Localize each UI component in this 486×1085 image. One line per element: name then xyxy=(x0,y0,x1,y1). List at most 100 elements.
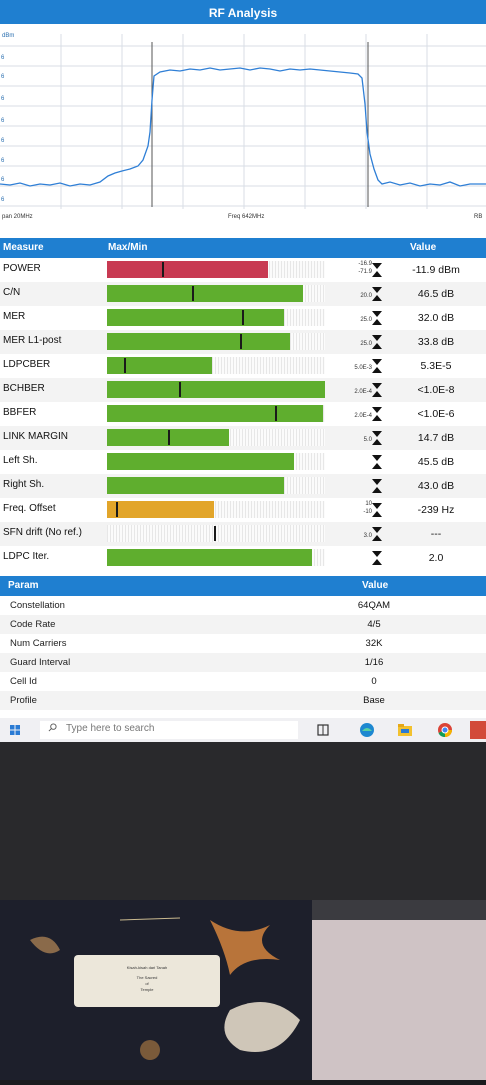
min-marker xyxy=(124,358,126,373)
limit-arrows-icon[interactable] xyxy=(370,382,384,398)
app-window: RF Analysis dBm 6 6 6 6 6 6 6 6 pan 20MH… xyxy=(0,0,486,742)
level-bar-fill xyxy=(107,261,268,278)
level-bar-fill xyxy=(107,357,212,374)
param-value: 4/5 xyxy=(367,619,381,630)
measure-value: -11.9 dBm xyxy=(412,264,460,276)
card-line-3: of xyxy=(145,981,149,986)
level-bar-fill xyxy=(107,381,325,398)
level-bar-track xyxy=(107,549,325,566)
param-value: Base xyxy=(363,695,385,706)
maxmin-column-header: Max/Min xyxy=(108,242,148,253)
chrome-icon[interactable] xyxy=(436,721,454,739)
param-column-header: Param xyxy=(8,580,39,591)
limit-arrows-icon[interactable] xyxy=(370,406,384,422)
measure-name: Left Sh. xyxy=(3,455,38,466)
measure-row[interactable]: C/N 20.0 46.5 dB xyxy=(0,282,486,306)
param-row: Constellation 64QAM xyxy=(0,596,486,615)
limit-arrows-icon[interactable] xyxy=(370,310,384,326)
min-marker xyxy=(214,526,216,541)
task-view-icon[interactable] xyxy=(314,721,332,739)
measure-row[interactable]: Left Sh. 45.5 dB xyxy=(0,450,486,474)
edge-browser-icon[interactable] xyxy=(358,721,376,739)
level-bar-track xyxy=(107,333,325,350)
measure-row[interactable]: BCHBER 2.0E-4 <1.0E-8 xyxy=(0,378,486,402)
rbw-label: RB xyxy=(474,214,483,220)
file-explorer-icon[interactable] xyxy=(396,721,414,739)
param-row: Guard Interval 1/16 xyxy=(0,653,486,672)
measure-name: BBFER xyxy=(3,407,37,418)
limit-arrows-icon[interactable] xyxy=(370,454,384,470)
value-column-header: Value xyxy=(410,242,437,253)
limit-arrows-icon[interactable] xyxy=(370,550,384,566)
measure-value: 5.3E-5 xyxy=(420,360,452,372)
limit-arrows-icon[interactable] xyxy=(370,502,384,518)
measure-row[interactable]: LDPCBER 5.0E-3 5.3E-5 xyxy=(0,354,486,378)
param-name: Guard Interval xyxy=(10,657,71,668)
measure-name: Freq. Offset xyxy=(3,503,56,514)
limit-arrows-icon[interactable] xyxy=(370,430,384,446)
level-bar-track xyxy=(107,285,325,302)
limit-lower: 20.0 xyxy=(360,293,372,299)
limit-lower: 2.0E-4 xyxy=(354,389,372,395)
limit-arrows-icon[interactable] xyxy=(370,334,384,350)
measure-row[interactable]: POWER -16.9 -71.9 -11.9 dBm xyxy=(0,258,486,282)
card-line-2: The Sacred xyxy=(136,975,158,980)
level-bar-fill xyxy=(107,405,323,422)
measure-value: 46.5 dB xyxy=(417,288,455,300)
limit-upper: 10 xyxy=(365,501,372,507)
limit-arrows-icon[interactable] xyxy=(370,478,384,494)
measure-value: 43.0 dB xyxy=(417,480,455,492)
measure-name: BCHBER xyxy=(3,383,45,394)
limit-lower: 25.0 xyxy=(360,317,372,323)
limit-lower: 3.0 xyxy=(363,533,372,539)
measure-value: 32.0 dB xyxy=(417,312,455,324)
level-bar-track xyxy=(107,261,325,278)
min-marker xyxy=(179,382,181,397)
card-line-1: Kisah-kisah dari Tanah xyxy=(126,965,168,970)
level-bar-fill xyxy=(107,549,312,566)
limit-arrows-icon[interactable] xyxy=(370,286,384,302)
param-table-header: Param Value xyxy=(0,576,486,596)
measure-row[interactable]: SFN drift (No ref.) 3.0 --- xyxy=(0,522,486,546)
measure-row[interactable]: MER L1-post 25.0 33.8 dB xyxy=(0,330,486,354)
level-bar-track xyxy=(107,477,325,494)
spectrum-panel[interactable]: dBm 6 6 6 6 6 6 6 6 pan 20MHz Freq 642MH… xyxy=(0,24,486,236)
param-value: 64QAM xyxy=(357,600,391,611)
window-title: RF Analysis xyxy=(0,0,486,24)
param-row: Profile Base xyxy=(0,691,486,710)
level-bar-fill xyxy=(107,453,294,470)
limit-lower: 5.0E-3 xyxy=(354,365,372,371)
param-row: Num Carriers 32K xyxy=(0,634,486,653)
measure-row[interactable]: Freq. Offset 10 -10 -239 Hz xyxy=(0,498,486,522)
measure-row[interactable]: MER 25.0 32.0 dB xyxy=(0,306,486,330)
measure-name: C/N xyxy=(3,287,21,298)
cloth xyxy=(312,920,486,1080)
level-bar-track xyxy=(107,501,325,518)
measure-table-header: Measure Max/Min Value xyxy=(0,238,486,258)
limit-arrows-icon[interactable] xyxy=(370,262,384,278)
measure-row[interactable]: LINK MARGIN 5.0 14.7 dB xyxy=(0,426,486,450)
taskbar-app-icon[interactable] xyxy=(470,721,486,739)
measure-value: 2.0 xyxy=(428,552,444,564)
param-value: 32K xyxy=(365,638,383,649)
min-marker xyxy=(168,430,170,445)
min-marker xyxy=(242,310,244,325)
measure-row[interactable]: BBFER 2.0E-4 <1.0E-6 xyxy=(0,402,486,426)
param-row: Code Rate 4/5 xyxy=(0,615,486,634)
measure-row[interactable]: Right Sh. 43.0 dB xyxy=(0,474,486,498)
search-placeholder: Type here to search xyxy=(66,723,155,734)
level-bar-fill xyxy=(107,501,214,518)
measure-name: MER L1-post xyxy=(3,335,62,346)
min-marker xyxy=(275,406,277,421)
measure-row[interactable]: LDPC Iter. 2.0 xyxy=(0,546,486,570)
windows-start-icon[interactable] xyxy=(10,725,20,735)
measure-name: SFN drift (No ref.) xyxy=(3,527,82,538)
level-bar-track xyxy=(107,525,325,542)
param-name: Profile xyxy=(10,695,37,706)
param-name: Constellation xyxy=(10,600,65,611)
limit-arrows-icon[interactable] xyxy=(370,358,384,374)
limit-arrows-icon[interactable] xyxy=(370,526,384,542)
param-name: Cell Id xyxy=(10,676,37,687)
min-marker xyxy=(240,334,242,349)
measure-name: MER xyxy=(3,311,26,322)
